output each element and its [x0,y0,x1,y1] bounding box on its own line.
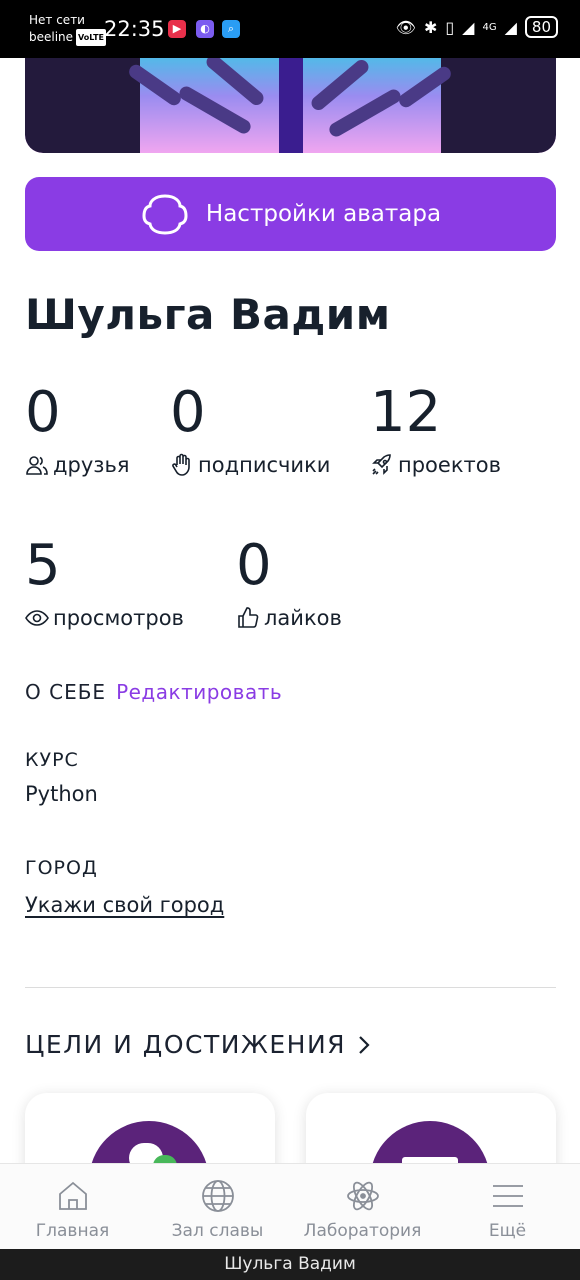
friends-icon [26,456,48,475]
nav-more-label: Ещё [488,1221,527,1241]
likes-label: лайков [264,606,342,630]
projects-count: 12 [370,380,442,445]
signal-icon: ◢ [504,17,517,37]
likes-count: 0 [236,533,272,598]
banner-center [279,58,303,153]
banner-left-shade [25,58,140,153]
app-notification-icon: ◐ [196,20,214,38]
nav-hall-of-fame[interactable]: Зал славы [145,1164,290,1250]
banner-right-shade [441,58,556,153]
friends-stat[interactable]: 0 друзья [25,380,130,478]
network-info: Нет сети beeline VoLTE [29,12,106,46]
nav-laboratory[interactable]: Лаборатория [290,1164,435,1250]
profile-name: Шульга Вадим [25,290,391,339]
avatar-head-icon [142,194,188,235]
vibrate-icon: ▯ [445,17,455,37]
about-section: О СЕБЕ Редактировать [25,680,282,704]
likes-stat: 0 лайков [236,533,342,631]
views-stat: 5 просмотров [25,533,184,631]
status-icons: 👁 ✱ ▯ ◢ 4G ◢ 80 [396,16,558,38]
network-status: Нет сети [29,13,85,27]
bottom-navigation: Главная Зал славы Лаборатория Ещё [0,1163,580,1250]
course-label: КУРС [25,749,79,771]
eye-icon: 👁 [395,17,416,37]
nav-hall-of-fame-label: Зал славы [171,1221,264,1241]
followers-count: 0 [170,380,206,445]
chevron-right-icon [359,1035,370,1054]
rocket-icon [372,454,391,475]
menu-icon [492,1185,523,1207]
set-city-link[interactable]: Укажи свой город [25,893,224,917]
views-count: 5 [25,533,61,598]
search-notification-icon: ⌕ [222,20,240,38]
atom-icon [346,1181,379,1211]
thumbs-up-icon [238,607,259,628]
about-label: О СЕБЕ [25,680,107,704]
home-icon [58,1181,87,1210]
projects-label: проектов [398,453,501,477]
followers-label: подписчики [198,453,331,477]
friends-count: 0 [25,380,61,445]
bluetooth-icon: ✱ [423,17,438,37]
youtube-notification-icon: ▶ [168,20,186,38]
window-title-bar: Шульга Вадим [0,1249,580,1280]
avatar-banner [25,58,556,153]
avatar-settings-label: Настройки аватара [205,201,442,227]
avatar-settings-button[interactable]: Настройки аватара [25,177,556,251]
nav-more[interactable]: Ещё [435,1164,580,1250]
nav-laboratory-label: Лаборатория [303,1221,422,1241]
nav-home-label: Главная [35,1221,110,1241]
globe-icon [201,1180,234,1212]
followers-stat[interactable]: 0 подписчики [170,380,331,478]
hand-wave-icon [172,453,190,476]
city-label: ГОРОД [25,857,98,879]
no-signal-icon: ◢ [462,17,475,37]
views-label: просмотров [53,606,184,630]
goals-achievements-link[interactable]: ЦЕЛИ И ДОСТИЖЕНИЯ [25,1030,372,1059]
friends-label: друзья [53,453,130,477]
divider [25,987,556,988]
network-type: 4G [482,21,497,33]
projects-stat[interactable]: 12 проектов [370,380,501,478]
battery-indicator: 80 [524,16,558,38]
goals-label: ЦЕЛИ И ДОСТИЖЕНИЯ [25,1030,347,1059]
carrier-name: beeline [29,30,74,44]
nav-home[interactable]: Главная [0,1164,145,1250]
banner-stripe [308,58,372,113]
course-value: Python [25,782,98,806]
volte-badge: VoLTE [76,29,106,46]
edit-about-link[interactable]: Редактировать [116,680,282,704]
clock: 22:35 [104,17,165,41]
eye-icon [25,610,49,626]
status-bar: Нет сети beeline VoLTE 22:35 ▶ ◐ ⌕ 👁 ✱ ▯ … [0,0,580,58]
